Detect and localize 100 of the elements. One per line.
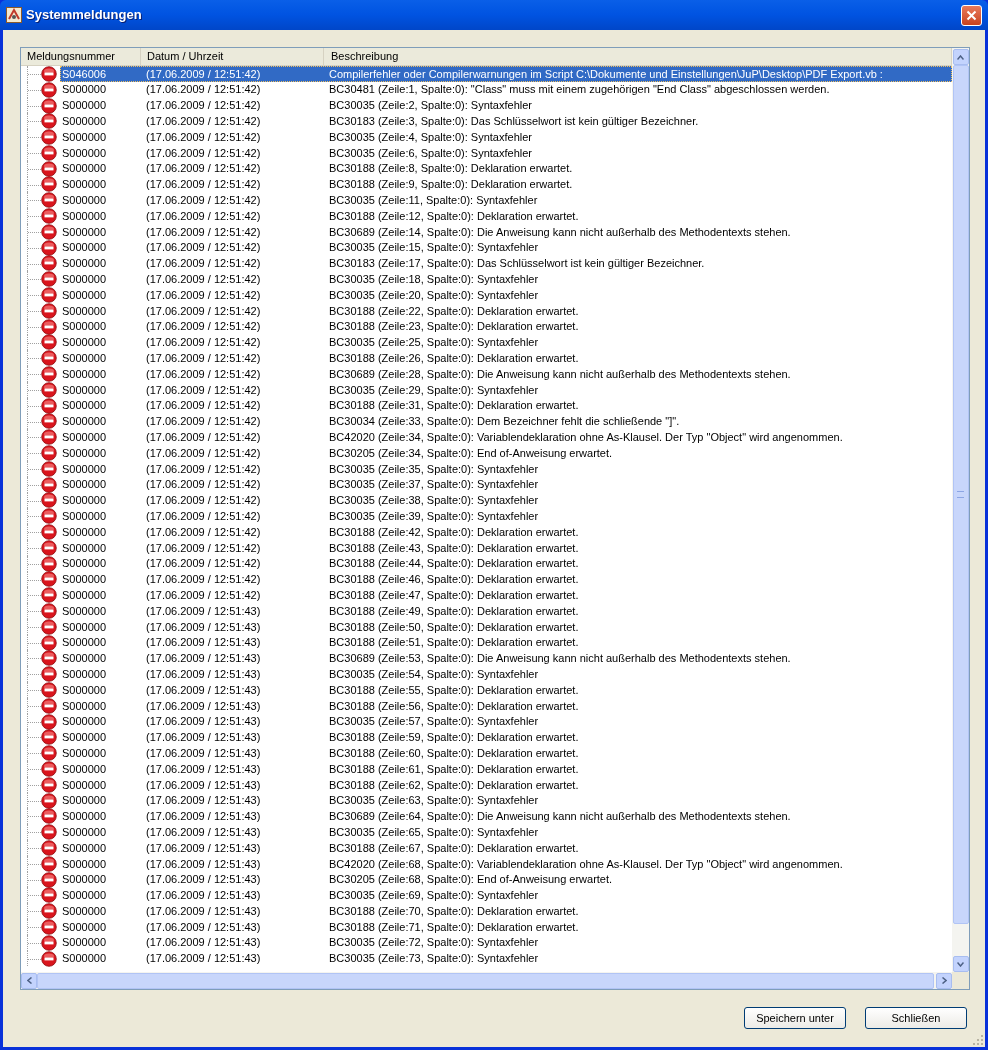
- error-icon: [41, 887, 57, 904]
- message-number: S000000: [61, 114, 108, 130]
- message-row[interactable]: S000000 (17.06.2009 / 12:51:42) BC30035 (Zeile:37, Spalte:0): Syntaxfehler: [60, 476, 952, 493]
- message-row[interactable]: S000000 (17.06.2009 / 12:51:43) BC30205 (Zeile:68, Spalte:0): End of-Anweisung erwartet.: [60, 871, 952, 888]
- scroll-down-button[interactable]: [952, 956, 969, 972]
- save-as-button[interactable]: Speichern unter: [744, 1007, 846, 1029]
- message-row[interactable]: S000000 (17.06.2009 / 12:51:43) BC30689 (Zeile:64, Spalte:0): Die Anweisung kann nicht außerhalb des Methodentexts stehen.: [60, 808, 952, 825]
- message-row[interactable]: S000000 (17.06.2009 / 12:51:42) BC30188 (Zeile:43, Spalte:0): Deklaration erwartet.: [60, 539, 952, 556]
- message-row[interactable]: S000000 (17.06.2009 / 12:51:43) BC30188 (Zeile:59, Spalte:0): Deklaration erwartet.: [60, 729, 952, 746]
- message-row[interactable]: S000000 (17.06.2009 / 12:51:43) BC30035 (Zeile:63, Spalte:0): Syntaxfehler: [60, 792, 952, 809]
- description: BC30188 (Zeile:42, Spalte:0): Deklaration erwartet.: [329, 524, 580, 540]
- message-row[interactable]: S000000 (17.06.2009 / 12:51:43) BC30035 (Zeile:65, Spalte:0): Syntaxfehler: [60, 824, 952, 841]
- message-row[interactable]: S000000 (17.06.2009 / 12:51:43) BC30188 (Zeile:56, Spalte:0): Deklaration erwartet.: [60, 697, 952, 714]
- message-row[interactable]: S000000 (17.06.2009 / 12:51:42) BC30035 (Zeile:38, Spalte:0): Syntaxfehler: [60, 492, 952, 509]
- column-header[interactable]: Meldungsnummer: [21, 48, 141, 65]
- timestamp: (17.06.2009 / 12:51:42): [146, 98, 262, 114]
- message-row[interactable]: S000000 (17.06.2009 / 12:51:42) BC30188 (Zeile:9, Spalte:0): Deklaration erwartet.: [60, 176, 952, 193]
- message-row[interactable]: S000000 (17.06.2009 / 12:51:43) BC30188 (Zeile:55, Spalte:0): Deklaration erwartet.: [60, 682, 952, 698]
- message-row[interactable]: S000000 (17.06.2009 / 12:51:42) BC30035 (Zeile:39, Spalte:0): Syntaxfehler: [60, 508, 952, 525]
- message-row[interactable]: S000000 (17.06.2009 / 12:51:42) BC30188 (Zeile:42, Spalte:0): Deklaration erwartet.: [60, 524, 952, 540]
- message-row[interactable]: S000000 (17.06.2009 / 12:51:42) BC42020 (Zeile:34, Spalte:0): Variablendeklaration ohne As-Klausel. Der Typ "Object" wird angenommen.: [60, 429, 952, 446]
- timestamp: (17.06.2009 / 12:51:42): [146, 540, 262, 556]
- message-row[interactable]: S000000 (17.06.2009 / 12:51:43) BC30689 (Zeile:53, Spalte:0): Die Anweisung kann nicht außerhalb des Methodentexts stehen.: [60, 650, 952, 667]
- timestamp: (17.06.2009 / 12:51:42): [146, 366, 262, 382]
- message-row[interactable]: S000000 (17.06.2009 / 12:51:43) BC30188 (Zeile:70, Spalte:0): Deklaration erwartet.: [60, 903, 952, 920]
- close-button[interactable]: [961, 4, 982, 26]
- message-row[interactable]: S000000 (17.06.2009 / 12:51:42) BC30035 (Zeile:25, Spalte:0): Syntaxfehler: [60, 334, 952, 351]
- message-row[interactable]: S000000 (17.06.2009 / 12:51:42) BC30034 (Zeile:33, Spalte:0): Dem Bezeichner fehlt die schließende "]".: [60, 413, 952, 430]
- message-row[interactable]: S000000 (17.06.2009 / 12:51:42) BC30035 (Zeile:2, Spalte:0): Syntaxfehler: [60, 97, 952, 114]
- message-row[interactable]: S000000 (17.06.2009 / 12:51:42) BC30481 (Zeile:1, Spalte:0): "Class" muss mit einem zugehörigen "End Class" abgeschlossen werden.: [60, 81, 952, 98]
- message-row[interactable]: S000000 (17.06.2009 / 12:51:43) BC30188 (Zeile:62, Spalte:0): Deklaration erwartet.: [60, 776, 952, 793]
- description: BC30188 (Zeile:51, Spalte:0): Deklaration erwartet.: [329, 635, 580, 651]
- message-row[interactable]: S000000 (17.06.2009 / 12:51:42) BC30188 (Zeile:12, Spalte:0): Deklaration erwartet.: [60, 208, 952, 224]
- timestamp: (17.06.2009 / 12:51:43): [146, 714, 262, 730]
- message-row[interactable]: S000000 (17.06.2009 / 12:51:42) BC30035 (Zeile:29, Spalte:0): Syntaxfehler: [60, 381, 952, 398]
- message-row[interactable]: S000000 (17.06.2009 / 12:51:42) BC30188 (Zeile:8, Spalte:0): Deklaration erwartet.: [60, 160, 952, 177]
- message-row[interactable]: S000000 (17.06.2009 / 12:51:42) BC30205 (Zeile:34, Spalte:0): End of-Anweisung erwartet.: [60, 445, 952, 461]
- message-row[interactable]: S000000 (17.06.2009 / 12:51:43) BC30035 (Zeile:69, Spalte:0): Syntaxfehler: [60, 887, 952, 904]
- message-row[interactable]: S000000 (17.06.2009 / 12:51:43) BC30188 (Zeile:49, Spalte:0): Deklaration erwartet.: [60, 603, 952, 619]
- close-dialog-button[interactable]: Schließen: [865, 1007, 967, 1029]
- message-row[interactable]: S000000 (17.06.2009 / 12:51:43) BC30035 (Zeile:54, Spalte:0): Syntaxfehler: [60, 666, 952, 683]
- error-icon: [41, 824, 57, 841]
- message-number: S000000: [61, 935, 108, 951]
- scroll-right-button[interactable]: [936, 972, 952, 989]
- description: BC30035 (Zeile:63, Spalte:0): Syntaxfehler: [329, 793, 540, 809]
- message-row[interactable]: S000000 (17.06.2009 / 12:51:42) BC30689 (Zeile:28, Spalte:0): Die Anweisung kann nicht außerhalb des Methodentexts stehen.: [60, 366, 952, 382]
- message-row[interactable]: S000000 (17.06.2009 / 12:51:43) BC30188 (Zeile:71, Spalte:0): Deklaration erwartet.: [60, 919, 952, 935]
- error-icon: [41, 397, 57, 414]
- error-icon: [41, 381, 57, 398]
- description: BC30689 (Zeile:28, Spalte:0): Die Anweisung kann nicht außerhalb des Methodentexts stehen.: [329, 366, 792, 382]
- message-number: S000000: [61, 603, 108, 619]
- timestamp: (17.06.2009 / 12:51:43): [146, 793, 262, 809]
- description: BC30035 (Zeile:2, Spalte:0): Syntaxfehler: [329, 98, 533, 114]
- message-row[interactable]: S000000 (17.06.2009 / 12:51:42) BC30689 (Zeile:14, Spalte:0): Die Anweisung kann nicht außerhalb des Methodentexts stehen.: [60, 223, 952, 240]
- description: BC30188 (Zeile:44, Spalte:0): Deklaration erwartet.: [329, 556, 580, 572]
- message-row[interactable]: S000000 (17.06.2009 / 12:51:43) BC30188 (Zeile:61, Spalte:0): Deklaration erwartet.: [60, 761, 952, 777]
- message-row[interactable]: S000000 (17.06.2009 / 12:51:42) BC30035 (Zeile:6, Spalte:0): Syntaxfehler: [60, 145, 952, 161]
- message-row[interactable]: S000000 (17.06.2009 / 12:51:42) BC30035 (Zeile:4, Spalte:0): Syntaxfehler: [60, 129, 952, 145]
- message-row[interactable]: S000000 (17.06.2009 / 12:51:42) BC30035 (Zeile:18, Spalte:0): Syntaxfehler: [60, 271, 952, 288]
- error-icon: [41, 255, 57, 272]
- message-row[interactable]: S000000 (17.06.2009 / 12:51:42) BC30188 (Zeile:47, Spalte:0): Deklaration erwartet.: [60, 587, 952, 604]
- error-icon: [41, 729, 57, 746]
- message-row[interactable]: S000000 (17.06.2009 / 12:51:43) BC42020 (Zeile:68, Spalte:0): Variablendeklaration ohne As-Klausel. Der Typ "Object" wird angenommen.: [60, 855, 952, 872]
- error-icon: [41, 476, 57, 493]
- scroll-left-button[interactable]: [21, 972, 37, 989]
- timestamp: (17.06.2009 / 12:51:43): [146, 619, 262, 635]
- message-row[interactable]: S000000 (17.06.2009 / 12:51:42) BC30035 (Zeile:20, Spalte:0): Syntaxfehler: [60, 287, 952, 303]
- error-icon: [41, 666, 57, 683]
- message-row[interactable]: S000000 (17.06.2009 / 12:51:42) BC30188 (Zeile:44, Spalte:0): Deklaration erwartet.: [60, 555, 952, 572]
- timestamp: (17.06.2009 / 12:51:42): [146, 272, 262, 287]
- message-row[interactable]: S000000 (17.06.2009 / 12:51:43) BC30035 (Zeile:72, Spalte:0): Syntaxfehler: [60, 934, 952, 951]
- description: BC30035 (Zeile:18, Spalte:0): Syntaxfehler: [329, 272, 540, 287]
- message-number: S000000: [61, 840, 108, 856]
- message-row[interactable]: S000000 (17.06.2009 / 12:51:43) BC30035 (Zeile:57, Spalte:0): Syntaxfehler: [60, 713, 952, 730]
- message-row[interactable]: S000000 (17.06.2009 / 12:51:43) BC30188 (Zeile:67, Spalte:0): Deklaration erwartet.: [60, 840, 952, 856]
- message-row[interactable]: S000000 (17.06.2009 / 12:51:42) BC30188 (Zeile:26, Spalte:0): Deklaration erwartet.: [60, 350, 952, 367]
- timestamp: (17.06.2009 / 12:51:43): [146, 777, 262, 793]
- timestamp: (17.06.2009 / 12:51:43): [146, 761, 262, 777]
- timestamp: (17.06.2009 / 12:51:42): [146, 430, 262, 445]
- message-row[interactable]: S000000 (17.06.2009 / 12:51:43) BC30035 (Zeile:73, Spalte:0): Syntaxfehler: [60, 950, 952, 967]
- scroll-up-button[interactable]: [952, 49, 969, 65]
- message-number: S000000: [61, 366, 108, 382]
- message-row[interactable]: S000000 (17.06.2009 / 12:51:42) BC30035 (Zeile:11, Spalte:0): Syntaxfehler: [60, 192, 952, 209]
- message-row[interactable]: S000000 (17.06.2009 / 12:51:42) BC30183 (Zeile:3, Spalte:0): Das Schlüsselwort ist kein gültiger Bezeichner.: [60, 113, 952, 130]
- message-number: S000000: [61, 445, 108, 461]
- message-row[interactable]: S000000 (17.06.2009 / 12:51:42) BC30188 (Zeile:22, Spalte:0): Deklaration erwartet.: [60, 302, 952, 319]
- message-row[interactable]: S000000 (17.06.2009 / 12:51:42) BC30188 (Zeile:31, Spalte:0): Deklaration erwartet.: [60, 397, 952, 414]
- message-row[interactable]: S000000 (17.06.2009 / 12:51:42) BC30188 (Zeile:46, Spalte:0): Deklaration erwartet.: [60, 571, 952, 588]
- message-number: S000000: [61, 193, 108, 209]
- message-row[interactable]: S000000 (17.06.2009 / 12:51:43) BC30188 (Zeile:51, Spalte:0): Deklaration erwartet.: [60, 634, 952, 651]
- description: BC30188 (Zeile:61, Spalte:0): Deklaration erwartet.: [329, 761, 580, 777]
- message-row[interactable]: S000000 (17.06.2009 / 12:51:42) BC30188 (Zeile:23, Spalte:0): Deklaration erwartet.: [60, 318, 952, 335]
- message-row[interactable]: S046006 (17.06.2009 / 12:51:42) Compilerfehler oder Compilerwarnungen im Script C:\Dokumente und Einstellungen\JuP\Desktop\PDF Export.vb :: [60, 66, 952, 82]
- message-row[interactable]: S000000 (17.06.2009 / 12:51:43) BC30188 (Zeile:50, Spalte:0): Deklaration erwartet.: [60, 618, 952, 635]
- message-row[interactable]: S000000 (17.06.2009 / 12:51:42) BC30035 (Zeile:35, Spalte:0): Syntaxfehler: [60, 460, 952, 477]
- message-row[interactable]: S000000 (17.06.2009 / 12:51:42) BC30035 (Zeile:15, Spalte:0): Syntaxfehler: [60, 239, 952, 256]
- column-header[interactable]: Datum / Uhrzeit: [141, 48, 324, 65]
- message-row[interactable]: S000000 (17.06.2009 / 12:51:42) BC30183 (Zeile:17, Spalte:0): Das Schlüsselwort ist kein gültiger Bezeichner.: [60, 255, 952, 272]
- error-icon: [41, 539, 57, 556]
- message-row[interactable]: S000000 (17.06.2009 / 12:51:43) BC30188 (Zeile:60, Spalte:0): Deklaration erwartet.: [60, 745, 952, 762]
